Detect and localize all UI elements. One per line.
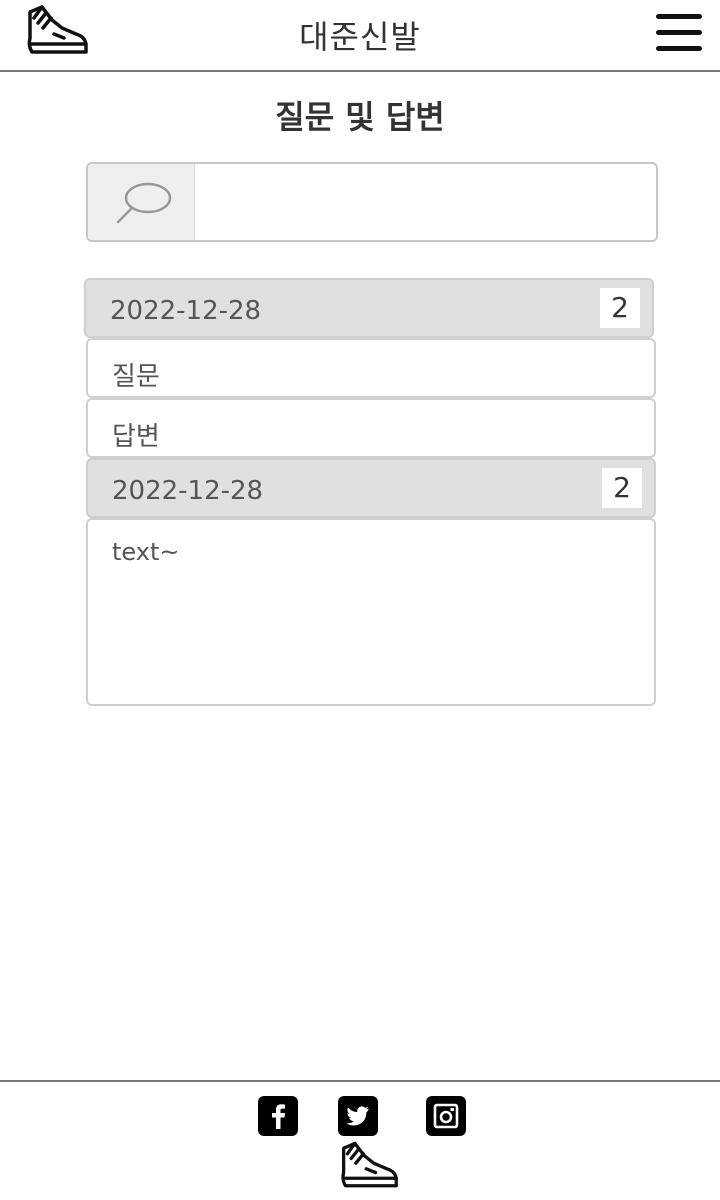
page-title: 질문 및 답변 (275, 98, 445, 136)
instagram-icon[interactable] (426, 1096, 466, 1136)
qa-answer-row[interactable]: 답변 (86, 398, 656, 458)
site-title[interactable]: 대준신발 (0, 12, 720, 58)
qa-item-header[interactable]: 2022-12-28 2 (84, 278, 654, 338)
qa-count-badge: 2 (600, 288, 640, 328)
footer (0, 1080, 720, 1200)
search-button[interactable] (88, 164, 195, 240)
qa-body-text: text~ (112, 538, 180, 566)
qa-date: 2022-12-28 (110, 296, 262, 326)
sneaker-logo-icon[interactable] (338, 1140, 400, 1192)
search-icon (116, 182, 172, 224)
qa-count-badge: 2 (602, 468, 642, 508)
qa-body: text~ (86, 518, 656, 706)
qa-date: 2022-12-28 (112, 476, 264, 506)
hamburger-menu-icon[interactable] (654, 12, 704, 54)
twitter-icon[interactable] (338, 1096, 378, 1136)
search-box (86, 162, 658, 242)
search-input[interactable] (196, 164, 656, 240)
qa-question-label: 질문 (112, 362, 160, 392)
top-header: 대준신발 (0, 0, 720, 72)
qa-answer-label: 답변 (112, 422, 160, 452)
qa-item-header[interactable]: 2022-12-28 2 (86, 458, 656, 518)
facebook-icon[interactable] (258, 1096, 298, 1136)
qa-question-row[interactable]: 질문 (86, 338, 656, 398)
